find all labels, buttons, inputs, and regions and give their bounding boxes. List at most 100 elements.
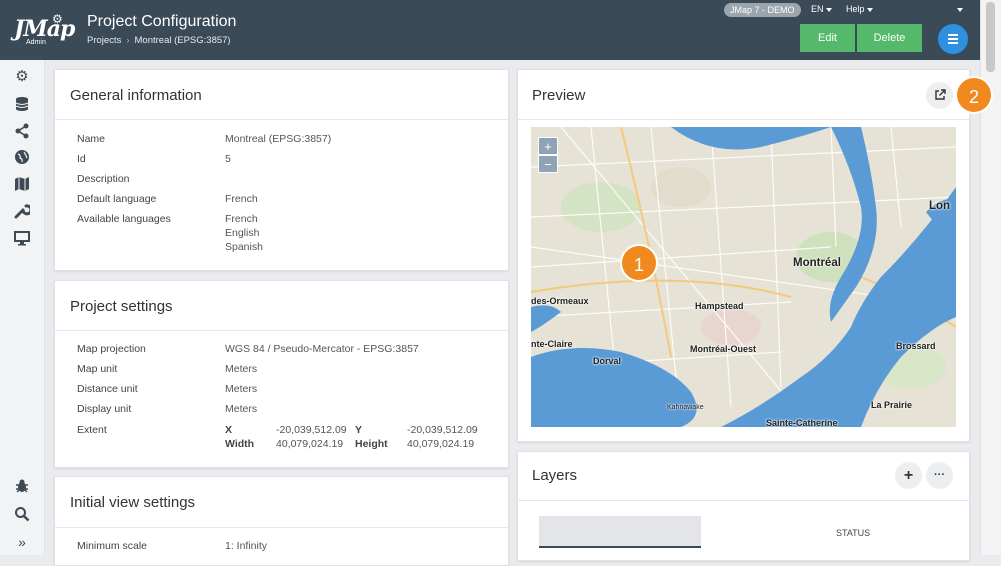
minimum-scale-label: Minimum scale: [77, 540, 148, 552]
search-icon[interactable]: [13, 506, 31, 524]
chevron-down-icon: [957, 7, 963, 12]
available-language-item: French: [225, 213, 258, 225]
divider: [518, 119, 969, 120]
chevron-down-icon: [866, 7, 873, 12]
delete-button[interactable]: Delete: [857, 24, 922, 52]
language-menu-label: EN: [811, 4, 824, 14]
map-label-montreal-ouest: Montréal-Ouest: [690, 344, 757, 354]
map-preview[interactable]: Montréal Lon des-Ormeaux Hampstead nte-C…: [531, 127, 956, 427]
step-badge-1: 1: [620, 244, 658, 282]
help-menu-label: Help: [846, 4, 865, 14]
name-value: Montreal (EPSG:3857): [225, 133, 332, 145]
help-menu[interactable]: Help: [846, 4, 873, 14]
share-icon[interactable]: [13, 123, 31, 141]
map-label-sainte-catherine: Sainte-Catherine: [766, 418, 838, 427]
map-unit-value: Meters: [225, 363, 258, 375]
map-projection-label: Map projection: [77, 343, 146, 355]
step-badge-2: 2: [955, 76, 993, 114]
language-menu[interactable]: EN: [811, 4, 832, 14]
user-menu[interactable]: [955, 4, 963, 14]
extent-label: Extent: [77, 424, 107, 436]
id-value: 5: [225, 153, 231, 165]
minimum-scale-value: 1: Infinity: [225, 540, 268, 552]
map-projection-value: WGS 84 / Pseudo-Mercator - EPSG:3857: [225, 343, 419, 355]
more-options-button[interactable]: ···: [926, 462, 953, 489]
chevron-down-icon: [825, 7, 832, 12]
map-label-dollard-des-ormeaux: des-Ormeaux: [531, 296, 589, 306]
map-unit-label: Map unit: [77, 363, 118, 375]
expand-icon[interactable]: »: [13, 533, 31, 551]
environment-badge: JMap 7 - DEMO: [724, 3, 801, 17]
preview-title: Preview: [532, 87, 586, 104]
description-label: Description: [77, 173, 130, 185]
extent-x-label: X: [225, 424, 233, 436]
sidebar: ⚙ »: [0, 60, 45, 555]
bug-icon[interactable]: [13, 478, 31, 496]
map-label-brossard: Brossard: [896, 341, 936, 351]
map-label-pointe-claire: nte-Claire: [531, 339, 573, 349]
divider: [55, 119, 508, 120]
logo-gear-icon: ⚙: [52, 12, 63, 26]
initial-view-settings-panel: Initial view settings Minimum scale 1: I…: [54, 476, 509, 566]
divider: [55, 527, 508, 528]
globe-icon[interactable]: [13, 149, 31, 167]
map-label-kahnawake: Kahnawake: [667, 404, 704, 411]
map-label-la-prairie: La Prairie: [871, 400, 913, 410]
edit-button[interactable]: Edit: [800, 24, 855, 52]
zoom-out-button[interactable]: −: [538, 155, 558, 173]
available-language-item: Spanish: [225, 241, 263, 253]
map-canvas: [531, 127, 956, 427]
main-menu-button[interactable]: [938, 24, 968, 54]
map-label-montreal: Montréal: [793, 257, 841, 269]
map-label-hampstead: Hampstead: [695, 301, 744, 311]
layer-column-header[interactable]: [539, 516, 701, 548]
project-settings-panel: Project settings Map projection WGS 84 /…: [54, 280, 509, 468]
layers-title: Layers: [532, 467, 578, 484]
logo-subtitle: Admin: [26, 39, 46, 46]
display-unit-value: Meters: [225, 403, 258, 415]
breadcrumb-separator-icon: ›: [126, 35, 130, 46]
available-language-item: English: [225, 227, 260, 239]
hamburger-icon: [948, 34, 958, 44]
extent-x-value: -20,039,512.09: [276, 424, 347, 436]
zoom-in-button[interactable]: +: [538, 137, 558, 155]
divider: [518, 500, 969, 501]
extent-width-label: Width: [225, 438, 255, 450]
top-header: JMap ⚙ Admin Project Configuration Proje…: [0, 0, 980, 60]
page-title: Project Configuration: [87, 13, 237, 30]
extent-width-value: 40,079,024.19: [276, 438, 344, 450]
monitor-icon[interactable]: [13, 230, 31, 248]
default-language-label: Default language: [77, 193, 157, 205]
general-information-panel: General information Name Montreal (EPSG:…: [54, 69, 509, 271]
open-external-button[interactable]: [926, 82, 953, 109]
database-icon[interactable]: [13, 96, 31, 114]
jmap-logo[interactable]: JMap ⚙ Admin: [12, 12, 75, 48]
available-languages-label: Available languages: [77, 213, 171, 225]
status-column-header: STATUS: [836, 528, 871, 538]
id-label: Id: [77, 153, 86, 165]
general-information-title: General information: [70, 87, 202, 104]
map-icon[interactable]: [13, 176, 31, 194]
scrollbar-thumb[interactable]: [986, 2, 995, 72]
distance-unit-value: Meters: [225, 383, 258, 395]
name-label: Name: [77, 133, 106, 145]
breadcrumb-projects[interactable]: Projects: [87, 35, 121, 46]
add-layer-button[interactable]: +: [895, 462, 922, 489]
map-label-longueuil: Lon: [929, 200, 951, 212]
map-label-dorval: Dorval: [593, 356, 622, 366]
project-settings-title: Project settings: [70, 298, 173, 315]
breadcrumb-current: Montreal (EPSG:3857): [134, 35, 231, 46]
extent-height-value: 40,079,024.19: [407, 438, 475, 450]
divider: [55, 330, 508, 331]
default-language-value: French: [225, 193, 258, 205]
gears-icon[interactable]: ⚙: [13, 68, 31, 86]
display-unit-label: Display unit: [77, 403, 132, 415]
breadcrumb: Projects › Montreal (EPSG:3857): [87, 35, 231, 46]
external-link-icon: [934, 89, 946, 100]
wrench-icon[interactable]: [13, 203, 33, 221]
extent-height-label: Height: [355, 438, 388, 450]
initial-view-settings-title: Initial view settings: [70, 494, 196, 511]
extent-y-value: -20,039,512.09: [407, 424, 478, 436]
extent-y-label: Y: [355, 424, 363, 436]
distance-unit-label: Distance unit: [77, 383, 138, 395]
